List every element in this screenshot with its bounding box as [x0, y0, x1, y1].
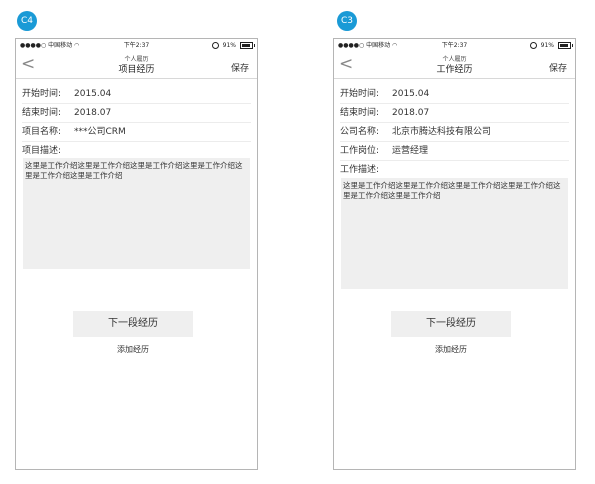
add-experience-link[interactable]: 添加经历 — [391, 344, 511, 355]
field-value[interactable]: 2018.07 — [392, 108, 429, 118]
field-label: 结束时间: — [340, 108, 380, 118]
status-bar: ●●●●○ 中国移动 ◠ 下午2:37 91% — [334, 39, 575, 52]
field-row-end-date[interactable]: 结束时间: 2018.07 — [22, 104, 251, 123]
field-label: 开始时间: — [22, 89, 62, 99]
phone-frame-project: ●●●●○ 中国移动 ◠ 下午2:37 91% < 个人履历 项目经历 保存 开… — [15, 38, 258, 470]
next-experience-button[interactable]: 下一段经历 — [73, 311, 193, 337]
nav-bar: < 个人履历 项目经历 保存 — [16, 52, 257, 79]
add-experience-link[interactable]: 添加经历 — [73, 344, 193, 355]
next-experience-button[interactable]: 下一段经历 — [391, 311, 511, 337]
field-value[interactable]: 北京市腾达科技有限公司 — [392, 127, 491, 137]
page-title: 项目经历 — [118, 65, 155, 75]
field-row-job-title[interactable]: 工作岗位: 运营经理 — [340, 142, 569, 161]
battery-percent: 91% — [540, 42, 554, 49]
field-label: 工作岗位: — [340, 146, 380, 156]
battery-icon — [240, 42, 255, 49]
field-row-project-name[interactable]: 项目名称: ***公司CRM — [22, 123, 251, 142]
description-textarea[interactable]: 这里是工作介绍这里是工作介绍这里是工作介绍这里是工作介绍这里是工作介绍这里是工作… — [23, 158, 250, 269]
field-label: 公司名称: — [340, 127, 380, 137]
field-value[interactable]: 2015.04 — [74, 89, 111, 99]
field-row-start-date[interactable]: 开始时间: 2015.04 — [340, 85, 569, 104]
field-label: 开始时间: — [340, 89, 380, 99]
description-textarea[interactable]: 这里是工作介绍这里是工作介绍这里是工作介绍这里是工作介绍这里是工作介绍这里是工作… — [341, 178, 568, 289]
alarm-icon — [529, 42, 537, 49]
screen-badge: C3 — [337, 11, 357, 31]
save-button[interactable]: 保存 — [231, 61, 249, 74]
field-value[interactable]: 2015.04 — [392, 89, 429, 99]
save-button[interactable]: 保存 — [549, 61, 567, 74]
field-row-end-date[interactable]: 结束时间: 2018.07 — [340, 104, 569, 123]
nav-bar: < 个人履历 工作经历 保存 — [334, 52, 575, 79]
field-value[interactable]: ***公司CRM — [74, 127, 126, 137]
battery-icon — [558, 42, 573, 49]
field-value[interactable]: 运营经理 — [392, 146, 428, 156]
battery-percent: 91% — [222, 42, 236, 49]
field-label: 项目名称: — [22, 127, 62, 137]
alarm-icon — [211, 42, 219, 49]
field-value[interactable]: 2018.07 — [74, 108, 111, 118]
status-bar: ●●●●○ 中国移动 ◠ 下午2:37 91% — [16, 39, 257, 52]
field-row-start-date[interactable]: 开始时间: 2015.04 — [22, 85, 251, 104]
page-title: 工作经历 — [436, 65, 473, 75]
field-row-company-name[interactable]: 公司名称: 北京市腾达科技有限公司 — [340, 123, 569, 142]
description-label-row: 工作描述: — [340, 161, 569, 179]
screen-badge: C4 — [17, 11, 37, 31]
field-label: 结束时间: — [22, 108, 62, 118]
phone-frame-work: ●●●●○ 中国移动 ◠ 下午2:37 91% < 个人履历 工作经历 保存 开… — [333, 38, 576, 470]
description-label: 工作描述: — [340, 165, 380, 175]
